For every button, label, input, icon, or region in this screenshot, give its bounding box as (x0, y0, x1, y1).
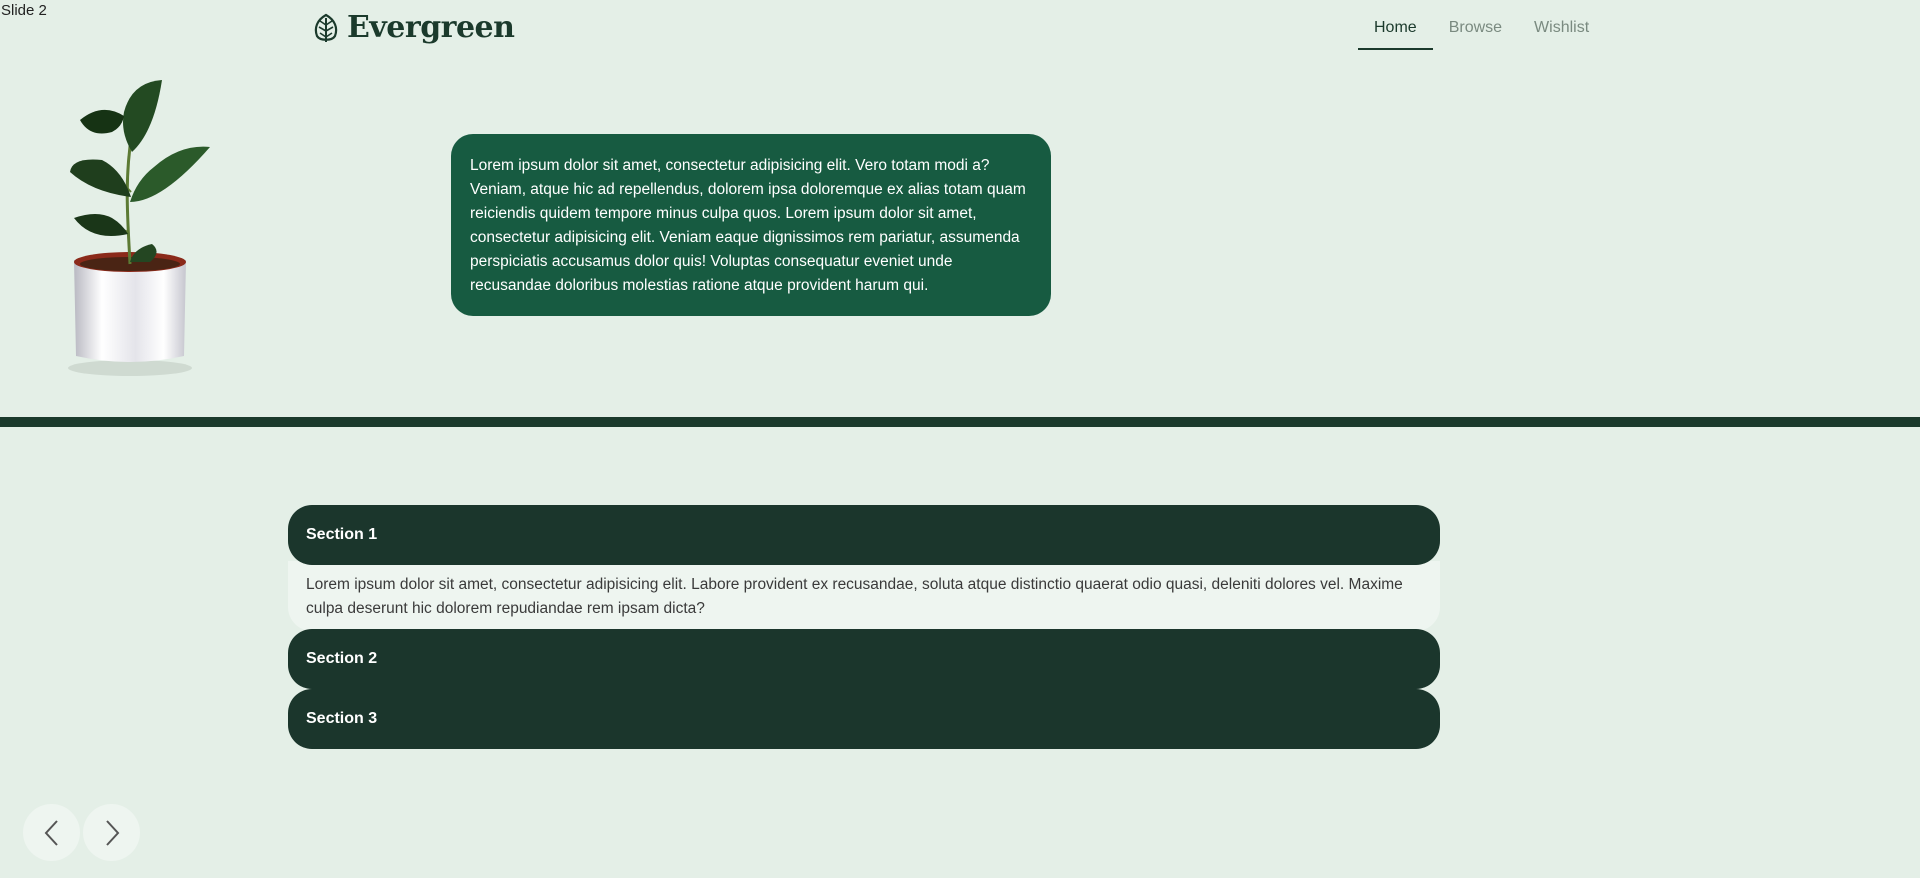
chevron-left-icon (44, 819, 58, 846)
brand-logo[interactable]: Evergreen (311, 10, 515, 45)
carousel-prev-button[interactable] (23, 804, 80, 861)
hero-text-card: Lorem ipsum dolor sit amet, consectetur … (451, 134, 1051, 316)
accordion-header-section-3[interactable]: Section 3 (288, 689, 1440, 749)
brand-name: Evergreen (347, 10, 515, 45)
plant-image (68, 80, 210, 376)
carousel-next-button[interactable] (83, 804, 140, 861)
accordion-header-section-1[interactable]: Section 1 (288, 505, 1440, 565)
main-nav: Home Browse Wishlist (1358, 8, 1605, 50)
accordion-title: Section 3 (306, 710, 378, 727)
section-divider (0, 417, 1920, 427)
accordion-header-section-2[interactable]: Section 2 (288, 629, 1440, 689)
accordion-title: Section 1 (306, 526, 378, 543)
nav-browse[interactable]: Browse (1433, 8, 1518, 50)
accordion-title: Section 2 (306, 650, 378, 667)
nav-wishlist[interactable]: Wishlist (1518, 8, 1605, 50)
chevron-right-icon (105, 819, 119, 846)
slide-label: Slide 2 (1, 2, 47, 19)
accordion-body-section-1: Lorem ipsum dolor sit amet, consectetur … (288, 561, 1440, 631)
leaf-icon (314, 13, 338, 42)
nav-home[interactable]: Home (1358, 8, 1433, 50)
